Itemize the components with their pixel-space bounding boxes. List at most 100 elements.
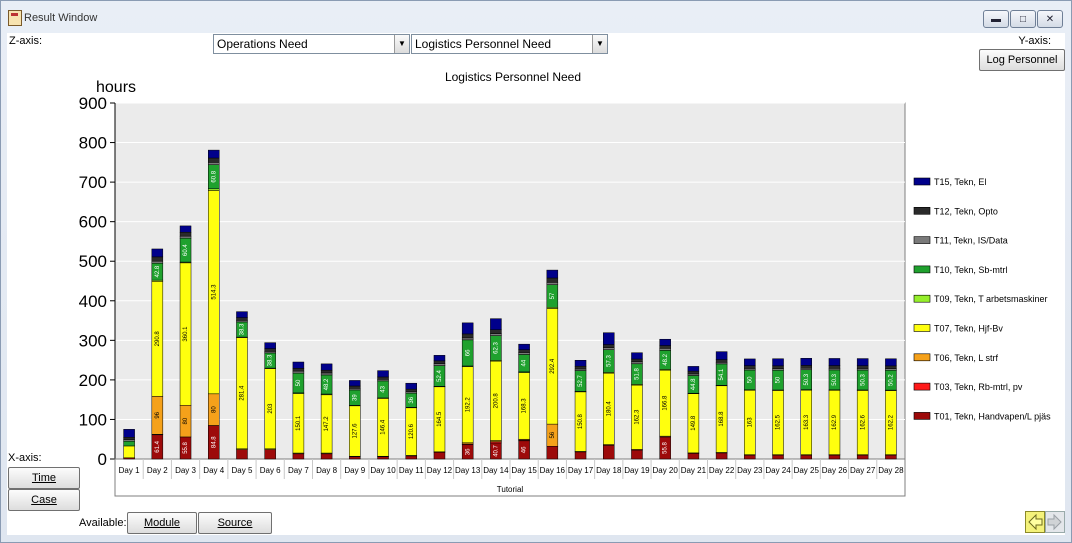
plot-area xyxy=(114,102,906,460)
module-button[interactable]: Module xyxy=(127,512,197,534)
x-tick-label: Day 11 xyxy=(399,466,424,475)
data-label: 127.6 xyxy=(352,423,358,439)
bar-segment xyxy=(772,358,784,367)
data-label: 150.1 xyxy=(296,415,302,431)
bar-segment xyxy=(405,382,417,390)
x-tick-label: Day 26 xyxy=(822,466,848,475)
legend-label: T15, Tekn, El xyxy=(934,177,986,187)
bar-segment xyxy=(631,449,643,460)
x-tick-label: Day 8 xyxy=(316,466,337,475)
bar-segment xyxy=(800,358,812,366)
bar-segment xyxy=(377,456,389,460)
x-tick-label: Day 14 xyxy=(483,466,509,475)
data-label: 52.7 xyxy=(578,374,584,386)
bar-segment xyxy=(264,449,276,460)
legend-label: T03, Tekn, Rb-mtrl, pv xyxy=(934,382,1023,392)
nav-back-button[interactable] xyxy=(1025,511,1045,533)
x-tick-label: Day 13 xyxy=(455,466,481,475)
bar-segment xyxy=(123,440,135,447)
bar-segment xyxy=(123,429,135,438)
data-label: 80 xyxy=(183,417,189,424)
bar-segment xyxy=(687,366,700,372)
bar-segment xyxy=(574,360,587,367)
bar-segment xyxy=(490,333,502,336)
data-label: 46 xyxy=(522,446,528,453)
data-label: 48.2 xyxy=(663,353,669,365)
arrow-left-icon xyxy=(1028,513,1043,531)
x-tick-label: Day 10 xyxy=(370,466,396,475)
bar-segment xyxy=(208,162,220,165)
data-label: 162.5 xyxy=(776,414,782,430)
maximize-button[interactable]: □ xyxy=(1010,10,1036,28)
y-axis-title: hours xyxy=(96,79,136,96)
x-tick-label: Day 18 xyxy=(596,466,622,475)
source-button[interactable]: Source xyxy=(198,512,272,534)
bar-segment xyxy=(856,365,869,369)
bar-segment xyxy=(885,365,897,369)
data-label: 40.7 xyxy=(493,444,499,456)
legend-label: T12, Tekn, Opto xyxy=(934,206,998,216)
available-label: Available: xyxy=(79,517,127,529)
bar-segment xyxy=(828,358,841,366)
close-icon: ✕ xyxy=(1045,13,1055,25)
x-tick-label: Day 21 xyxy=(681,466,707,475)
close-button[interactable]: ✕ xyxy=(1037,10,1063,28)
bar-segment xyxy=(490,318,502,330)
data-label: 48.2 xyxy=(324,378,330,390)
data-label: 39 xyxy=(352,394,358,401)
bar-segment xyxy=(659,345,671,349)
title-bar[interactable]: Result Window ▬ □ ✕ xyxy=(1,1,1071,33)
y-tick-label: 900 xyxy=(79,94,107,113)
legend-swatch xyxy=(913,382,931,391)
bar-segment xyxy=(208,149,220,159)
data-label: 168.3 xyxy=(522,398,528,414)
bar-segment xyxy=(744,454,756,460)
bar-segment xyxy=(687,453,700,460)
bar-segment xyxy=(320,372,333,376)
bar-segment xyxy=(546,282,559,285)
y-tick-label: 500 xyxy=(79,252,107,271)
bar-segment xyxy=(800,454,812,460)
x-tick-label: Day 28 xyxy=(878,466,904,475)
bar-segment xyxy=(151,256,164,262)
x-tick-label: Day 2 xyxy=(147,466,168,475)
x-tick-label: Day 5 xyxy=(232,466,253,475)
data-label: 36 xyxy=(409,396,415,403)
case-button-label: Case xyxy=(31,494,57,506)
bar-segment xyxy=(574,365,587,370)
chart: 0 100 200 300 400 500 600 700 800 900hours Logisti… xyxy=(79,70,1051,497)
content-area: Z-axis: Operations Need ▼ Logistics Pers… xyxy=(7,33,1065,535)
bar-segment xyxy=(490,329,502,334)
bar-segment xyxy=(123,436,135,440)
y-tick-label: 0 xyxy=(98,450,107,469)
bar-segment xyxy=(885,358,897,367)
bar-segment xyxy=(292,370,305,374)
x-tick-label: Day 22 xyxy=(709,466,735,475)
bar-segment xyxy=(151,260,164,264)
legend-label: T07, Tekn, Hjf-Bv xyxy=(934,324,1003,334)
nav-forward-button[interactable] xyxy=(1045,511,1065,533)
bar-segment xyxy=(123,445,135,459)
data-label: 51.8 xyxy=(635,368,641,380)
data-label: 80 xyxy=(211,406,217,413)
data-label: 192.2 xyxy=(465,397,471,413)
source-button-label: Source xyxy=(217,517,253,529)
bar-segment xyxy=(715,351,728,360)
minimize-button[interactable]: ▬ xyxy=(983,10,1009,28)
bar-segment xyxy=(433,451,446,460)
data-label: 44.8 xyxy=(691,378,697,390)
bar-segment xyxy=(433,363,446,366)
x-tick-label: Day 24 xyxy=(765,466,791,475)
time-button[interactable]: Time xyxy=(8,467,80,489)
bar-segment xyxy=(236,449,248,460)
case-button[interactable]: Case xyxy=(8,489,80,511)
x-tick-label: Day 16 xyxy=(540,466,566,475)
legend-swatch xyxy=(913,236,931,244)
x-tick-label: Day 3 xyxy=(175,466,196,475)
legend-label: T01, Tekn, Handvapen/L pjäs xyxy=(934,411,1051,421)
bar-segment xyxy=(461,322,474,335)
bar-segment xyxy=(264,348,276,352)
data-label: 55.8 xyxy=(183,441,189,453)
data-label: 44 xyxy=(522,359,528,366)
bar-segment xyxy=(377,370,389,378)
